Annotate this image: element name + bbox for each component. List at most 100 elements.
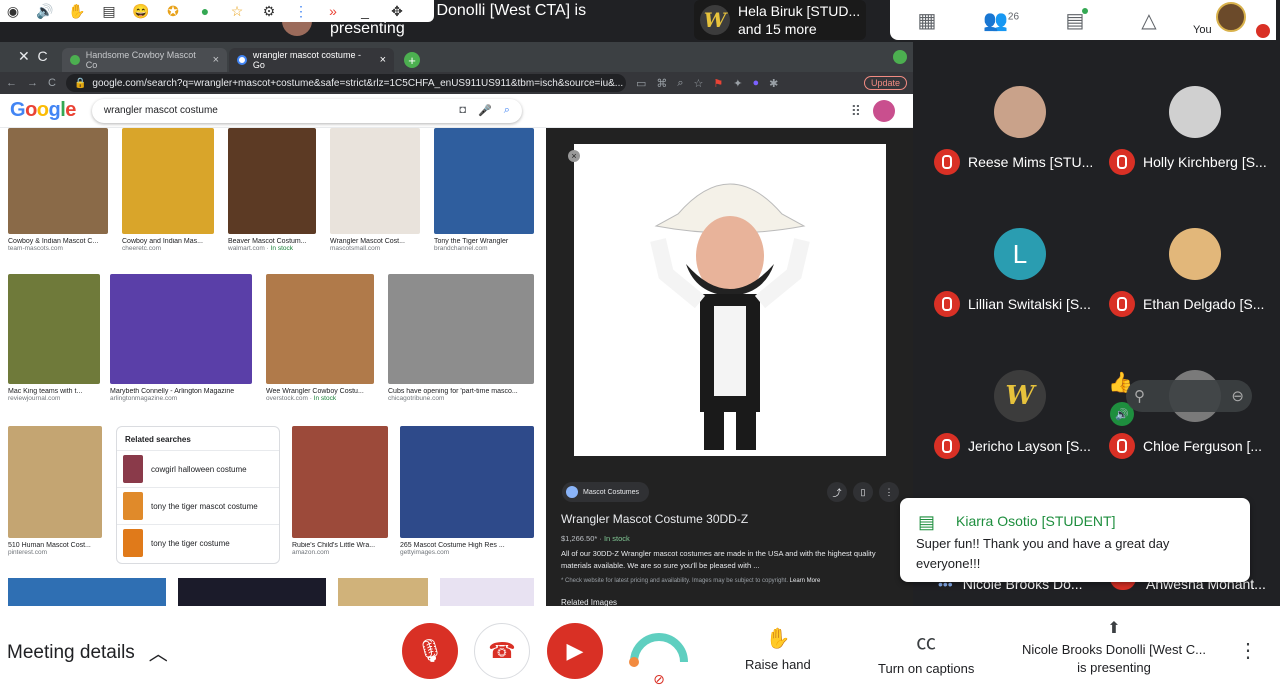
chat-bubble-icon[interactable]: ● <box>196 3 214 19</box>
zoom-icon[interactable]: ⌕ <box>677 77 683 90</box>
result-image[interactable] <box>178 578 326 606</box>
puzzle-icon[interactable]: ✱ <box>769 77 778 90</box>
forward-icon[interactable]: → <box>27 77 38 89</box>
move-icon[interactable]: ✥ <box>388 3 406 20</box>
result-card[interactable]: Beaver Mascot Costum... walmart.com · In… <box>228 128 316 252</box>
result-image[interactable] <box>8 426 102 538</box>
remove-icon[interactable]: ⊖ <box>1231 387 1244 405</box>
result-image[interactable] <box>266 274 374 384</box>
result-image[interactable] <box>388 274 534 384</box>
new-tab-button[interactable]: + <box>404 52 420 68</box>
learn-more-link[interactable]: Learn More <box>790 578 821 584</box>
related-search-item[interactable]: tony the tiger costume <box>117 524 279 561</box>
layout-grid-icon[interactable]: ▦ <box>890 8 964 33</box>
result-card[interactable]: Cowboy & Indian Mascot C... team-mascots… <box>8 128 108 252</box>
camera-icon[interactable]: ◘ <box>459 104 466 117</box>
result-card[interactable]: Wee Wrangler Cowboy Costu... overstock.c… <box>266 274 374 402</box>
minimize-icon[interactable]: _ <box>356 3 374 19</box>
apps-grid-icon[interactable]: ⠿ <box>851 103 861 120</box>
tab-cowboy-mascot[interactable]: Handsome Cowboy Mascot Co × <box>62 48 227 72</box>
search-icon[interactable]: ⌕ <box>504 104 510 117</box>
participant-tile[interactable]: Reese Mims [STU... <box>934 86 1104 216</box>
result-card[interactable]: Mac King teams with t... reviewjournal.c… <box>8 274 100 402</box>
self-tile[interactable]: You <box>1190 0 1276 40</box>
update-button[interactable]: Update <box>863 76 907 90</box>
activities-icon[interactable]: △ <box>1112 8 1186 33</box>
result-card[interactable]: Cowboy and Indian Mas... cheeretc.com <box>122 128 214 252</box>
captions-button[interactable]: ㏄ Turn on captions <box>878 626 974 676</box>
extension-icon[interactable]: ● <box>753 77 760 90</box>
result-image[interactable] <box>330 128 420 234</box>
extension-icon[interactable]: ✦ <box>733 77 742 90</box>
close-preview-icon[interactable]: × <box>568 150 580 162</box>
pin-icon[interactable]: ⚲ <box>1134 387 1145 405</box>
result-card[interactable]: 265 Mascot Costume High Res ... gettyima… <box>400 426 534 556</box>
close-tab-icon[interactable]: × <box>380 54 386 66</box>
extension-gauge-icon[interactable]: ⊘ <box>626 622 692 688</box>
extension-icon[interactable]: ⚑ <box>713 77 723 90</box>
related-search-item[interactable]: cowgirl halloween costume <box>117 450 279 487</box>
result-image[interactable] <box>400 426 534 538</box>
qr-icon[interactable]: ⌘ <box>656 77 667 90</box>
google-search-input[interactable]: wrangler mascot costume ◘ 🎤 ⌕ <box>92 99 522 123</box>
bookmark-star-icon[interactable]: ☆ <box>694 77 704 90</box>
reload-icon[interactable]: C <box>48 77 56 89</box>
result-card[interactable]: Marybeth Connelly - Arlington Magazine a… <box>110 274 252 402</box>
preview-title[interactable]: Wrangler Mascot Costume 30DD-Z <box>561 512 748 526</box>
presentation-button[interactable]: ⬆ Nicole Brooks Donolli [West C... is pr… <box>1010 620 1218 677</box>
result-image[interactable] <box>8 128 108 234</box>
result-card[interactable]: Rubie's Child's Little Wra... amazon.com <box>292 426 388 556</box>
result-image[interactable] <box>228 128 316 234</box>
participant-tile[interactable]: Holly Kirchberg [S... <box>1109 86 1279 216</box>
result-image[interactable] <box>110 274 252 384</box>
result-image[interactable] <box>8 578 166 606</box>
gear-icon[interactable]: ⚙ <box>260 3 278 20</box>
more-options-icon[interactable]: ⋮ <box>1238 638 1258 663</box>
result-image[interactable] <box>122 128 214 234</box>
result-card[interactable]: Cubs have opening for 'part-time masco..… <box>388 274 534 402</box>
volume-icon[interactable]: 🔊 <box>36 3 54 20</box>
mic-icon[interactable]: 🎤 <box>478 104 492 117</box>
leave-call-button[interactable]: ☎ <box>474 623 530 679</box>
result-image[interactable] <box>292 426 388 538</box>
result-image[interactable] <box>440 578 534 606</box>
emoji-icon[interactable]: 😄 <box>132 3 150 20</box>
source-chip[interactable]: Mascot Costumes <box>562 482 650 502</box>
star-icon[interactable]: ☆ <box>228 3 246 20</box>
badge-icon[interactable]: ✪ <box>164 3 182 20</box>
share-icon[interactable]: ⤴ <box>827 482 847 502</box>
hela-tile[interactable]: W Hela Biruk [STUD... and 15 more <box>694 0 866 40</box>
result-image[interactable] <box>8 274 100 384</box>
result-image[interactable] <box>338 578 428 606</box>
related-search-item[interactable]: tony the tiger mascot costume <box>117 487 279 524</box>
result-image[interactable] <box>434 128 534 234</box>
hand-icon[interactable]: ✋ <box>68 3 86 20</box>
profile-dot-icon[interactable] <box>893 50 907 64</box>
result-card[interactable]: Tony the Tiger Wrangler brandchannel.com <box>434 128 534 252</box>
close-tab-icon[interactable]: × <box>213 54 219 66</box>
google-logo[interactable]: Google <box>10 99 76 122</box>
back-icon[interactable]: ← <box>6 77 17 89</box>
chat-icon[interactable]: ▤ <box>1038 7 1112 33</box>
chat-notification[interactable]: ▤ Kiarra Osotio [STUDENT] Super fun!! Th… <box>900 498 1250 582</box>
url-field[interactable]: 🔒 google.com/search?q=wrangler+mascot+co… <box>65 74 626 92</box>
chevron-double-right-icon[interactable]: » <box>324 3 342 19</box>
result-card[interactable]: 510 Human Mascot Cost... pinterest.com <box>8 426 102 556</box>
mic-toggle-button[interactable]: 🎙 <box>402 623 458 679</box>
participant-tile[interactable]: Ethan Delgado [S... <box>1109 228 1279 358</box>
avatar[interactable] <box>873 100 895 122</box>
more-vert-icon[interactable]: ⋮ <box>879 482 899 502</box>
reload-icon[interactable]: ✕ C <box>18 48 48 65</box>
participant-tile[interactable]: L Lillian Switalski [S... <box>934 228 1104 358</box>
cast-icon[interactable]: ▭ <box>636 77 646 90</box>
preview-image[interactable] <box>574 144 886 456</box>
raise-hand-button[interactable]: ✋ Raise hand <box>745 626 811 672</box>
result-card[interactable]: Wrangler Mascot Cost... mascotsmall.com <box>330 128 420 252</box>
meeting-details-button[interactable]: Meeting details ︿ <box>7 639 168 666</box>
eye-icon[interactable]: ◉ <box>4 3 22 20</box>
notes-icon[interactable]: ▤ <box>100 3 118 20</box>
participant-tile[interactable]: W Jericho Layson [S... <box>934 370 1104 500</box>
tab-google-search[interactable]: wrangler mascot costume - Go × <box>229 48 394 72</box>
people-icon[interactable]: 👥26 <box>964 8 1038 33</box>
more-vert-icon[interactable]: ⋮ <box>292 3 310 20</box>
